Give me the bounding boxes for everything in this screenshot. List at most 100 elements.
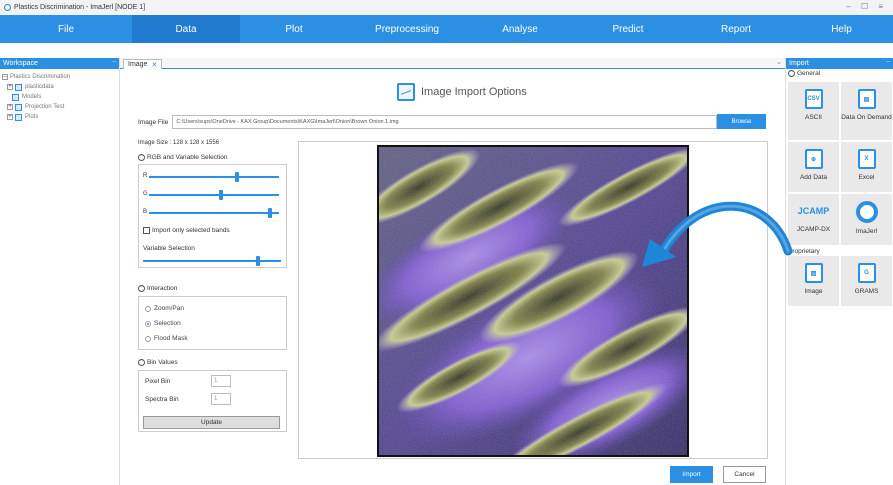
cancel-button[interactable]: Cancel (723, 466, 766, 483)
slider-track-b[interactable] (149, 212, 279, 214)
import-tile-label: JCAMP-DX (796, 226, 831, 233)
app-icon (4, 4, 11, 11)
import-selected-bands-label: Import only selected bands (152, 227, 230, 234)
import-tile-jcamp-dx[interactable]: JCAMP JCAMP-DX (788, 194, 839, 245)
slider-thumb-r[interactable] (235, 172, 240, 182)
menu-item-report[interactable]: Report (682, 15, 790, 43)
collapse-icon: ⌃ (138, 154, 145, 161)
spectra-bin-row: Spectra Bin (145, 396, 179, 403)
tree-node[interactable]: Models (2, 92, 117, 102)
slider-thumb-b[interactable] (267, 208, 272, 218)
spectra-bin-label: Spectra Bin (145, 396, 179, 403)
radio-circle[interactable] (145, 305, 151, 312)
spectra-bin-input[interactable]: 1 (211, 393, 231, 405)
document-tabstrip: Image ✕ ⌄ (120, 58, 785, 69)
dialog-title-text: Image Import Options (421, 86, 527, 98)
tree-node[interactable]: – Plastics Discrimination (2, 72, 117, 82)
tree-node[interactable]: + Projection Test (2, 102, 117, 112)
image-file-path-field[interactable]: C:\Users\sups\OneDrive - KAX Group\Docum… (172, 115, 718, 129)
collapse-icon: ⌃ (138, 285, 145, 292)
import-pin-icon[interactable]: – (887, 59, 890, 65)
tree-node[interactable]: + Plots (2, 112, 117, 122)
slider-label-g: G (143, 191, 148, 197)
menu-item-plot[interactable]: Plot (240, 15, 348, 43)
hyperspectral-image[interactable] (377, 145, 689, 457)
import-tile-data-on-demand[interactable]: ▤ Data On Demand (841, 82, 892, 140)
radio-zoom-pan[interactable]: Zoom/Pan (145, 305, 184, 312)
workspace-tree: – Plastics Discrimination + plasticdata Mode… (0, 69, 119, 125)
radio-label: Flood Mask (154, 335, 188, 342)
add-data-icon: ⊕ (804, 149, 823, 169)
image-icon: ▨ (804, 263, 823, 283)
variable-selection-thumb[interactable] (255, 256, 260, 266)
bin-values-section-title: Bin Values (147, 359, 178, 366)
bin-values-section-header[interactable]: ⌃ Bin Values (138, 359, 178, 366)
radio-circle[interactable] (145, 320, 151, 327)
proprietary-group-header[interactable]: Proprietary (786, 247, 820, 256)
tab-image-label: Image (128, 61, 148, 68)
menu-item-preprocessing[interactable]: Preprocessing (348, 15, 466, 43)
radio-label: Zoom/Pan (154, 305, 184, 312)
collapse-icon: ⌃ (788, 70, 795, 77)
general-group-header[interactable]: ⌃ General (786, 69, 893, 78)
import-header: Import – (786, 58, 893, 69)
expand-icon[interactable]: + (7, 84, 13, 90)
radio-flood-mask[interactable]: Flood Mask (145, 335, 188, 342)
rgb-section-title: RGB and Variable Selection (147, 154, 228, 161)
collapse-icon[interactable]: – (2, 74, 8, 80)
rgb-section-header[interactable]: ⌃ RGB and Variable Selection (138, 154, 227, 161)
menu-item-help[interactable]: Help (790, 15, 893, 43)
import-button[interactable]: Import (670, 466, 713, 483)
import-tile-label: Excel (858, 174, 875, 181)
import-panel: Import – ⌃ General CSV ASCII ▤ Data On Dema… (785, 58, 893, 485)
close-icon[interactable]: ✕ (151, 61, 157, 69)
menu-item-analyse[interactable]: Analyse (466, 15, 574, 43)
radio-selection[interactable]: Selection (145, 320, 181, 327)
workspace-header: Workspace – (0, 58, 119, 69)
pixel-bin-input[interactable]: 1 (211, 375, 231, 387)
import-tile-add-data[interactable]: ⊕ Add Data (788, 142, 839, 192)
import-tile-excel[interactable]: X Excel (841, 142, 892, 192)
workspace-title: Workspace (3, 60, 38, 67)
main-menu: File Data Plot Preprocessing Analyse Predict R… (0, 15, 893, 43)
menu-item-predict[interactable]: Predict (574, 15, 682, 43)
workspace-pin-icon[interactable]: – (113, 59, 116, 65)
checkbox-box[interactable] (143, 227, 150, 234)
image-viewer[interactable] (298, 141, 768, 459)
tree-node[interactable]: + plasticdata (2, 82, 117, 92)
chevron-down-icon[interactable]: ⌄ (776, 58, 782, 66)
menu-item-file[interactable]: File (0, 15, 132, 43)
expand-icon[interactable]: + (7, 114, 13, 120)
menu-item-data[interactable]: Data (132, 15, 240, 43)
variable-selection-slider[interactable] (143, 260, 281, 262)
import-tile-image[interactable]: ▨ Image (788, 256, 839, 306)
browse-button[interactable]: Browse (717, 114, 766, 129)
expand-icon[interactable]: + (7, 104, 13, 110)
radio-label: Selection (154, 320, 181, 327)
import-selected-bands-checkbox[interactable]: Import only selected bands (143, 227, 230, 234)
window-controls[interactable]: – ☐ ≡ (846, 2, 887, 11)
import-tile-grams[interactable]: G GRAMS (841, 256, 892, 306)
tree-node-icon (15, 83, 22, 91)
import-tile-label: ASCII (805, 114, 822, 121)
tree-node-icon (12, 93, 19, 101)
pixel-bin-label: Pixel Bin (145, 378, 171, 385)
onion-image-render (379, 147, 687, 455)
slider-track-r[interactable] (149, 176, 279, 178)
slider-label-b: B (143, 209, 148, 215)
tree-node-label: Models (22, 94, 42, 100)
update-button[interactable]: Update (143, 416, 280, 429)
import-tile-ascii[interactable]: CSV ASCII (788, 82, 839, 140)
import-tile-imajerl[interactable]: ImaJerl (841, 194, 892, 245)
slider-thumb-g[interactable] (218, 190, 223, 200)
dialog-title: Image Import Options (397, 83, 527, 101)
data-on-demand-icon: ▤ (857, 89, 876, 109)
workspace-panel: Workspace – – Plastics Discrimination + pla… (0, 58, 120, 485)
general-group-label: General (797, 70, 821, 77)
interaction-section-header[interactable]: ⌃ Interaction (138, 285, 177, 292)
slider-track-g[interactable] (149, 194, 279, 196)
tree-node-icon (15, 113, 22, 121)
radio-circle[interactable] (145, 335, 151, 342)
tab-image[interactable]: Image ✕ (123, 59, 163, 69)
bin-values-section-box: Pixel Bin 1 Spectra Bin 1 Update (138, 370, 287, 432)
